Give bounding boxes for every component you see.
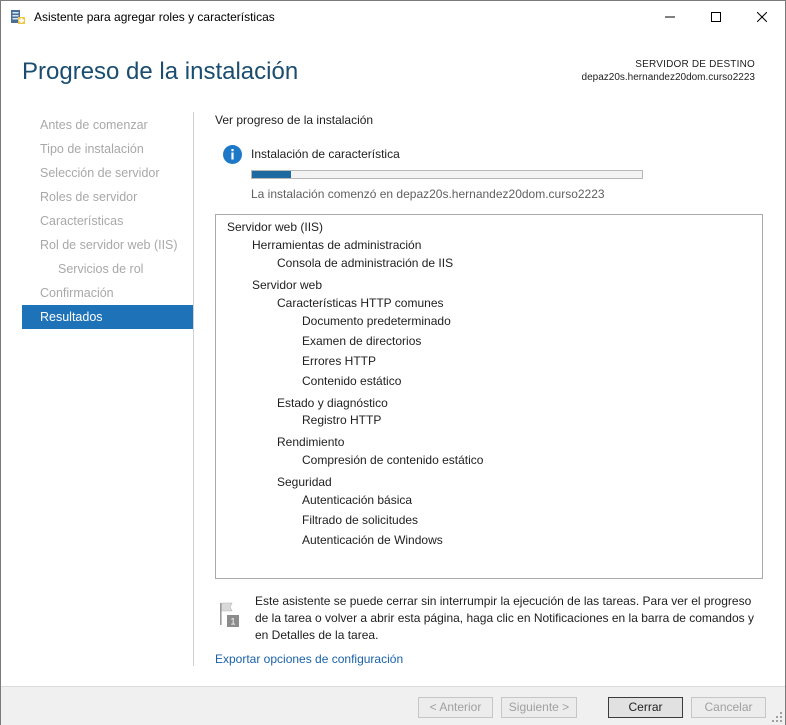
nav-item-confirmacion: Confirmación [40,286,114,300]
nav-item-servicios-de-rol: Servicios de rol [58,262,144,276]
nav-item-rol-servidor-web: Rol de servidor web (IIS) [40,238,178,252]
tree-item: Herramientas de administración [252,238,422,252]
nav-item-roles-de-servidor: Roles de servidor [40,190,138,204]
tree-item: Estado y diagnóstico [277,396,388,410]
progress-caption: La instalación comenzó en depaz20s.herna… [251,187,605,201]
tree-item: Compresión de contenido estático [302,453,484,467]
wizard-steps-nav: Antes de comenzar Tipo de instalación Se… [22,113,193,329]
install-progress-bar [251,170,643,179]
next-button[interactable]: Siguiente > [501,697,577,718]
section-heading: Ver progreso de la instalación [215,113,374,127]
tree-item: Seguridad [277,475,332,489]
cancel-button[interactable]: Cancelar [691,697,766,718]
info-icon [223,145,242,164]
sidebar-divider [193,112,194,666]
tree-item: Servidor web (IIS) [227,220,324,234]
window-title: Asistente para agregar roles y caracterí… [34,10,275,24]
destination-label: SERVIDOR DE DESTINO [635,59,755,70]
server-manager-icon [11,10,25,24]
notice-badge-text: 1 [230,617,235,627]
maximize-button[interactable] [693,1,739,32]
nav-item-tipo-de-instalacion: Tipo de instalación [40,142,144,156]
progress-fill [252,171,291,178]
minimize-icon [665,16,675,17]
back-button[interactable]: < Anterior [418,697,493,718]
notice-text: Este asistente se puede cerrar sin inter… [255,594,754,642]
tree-item: Filtrado de solicitudes [302,513,419,527]
minimize-button[interactable] [647,1,693,32]
wizard-window: Asistente para agregar roles y caracterí… [0,0,786,725]
tree-item: Errores HTTP [302,354,377,368]
flag-icon: 1 [220,602,239,627]
wizard-footer: < Anterior Siguiente > Cerrar Cancelar [1,686,785,725]
title-bar[interactable]: Asistente para agregar roles y caracterí… [1,1,785,32]
tree-item: Registro HTTP [302,413,382,427]
tree-item: Autenticación de Windows [302,533,443,547]
nav-item-antes-de-comenzar: Antes de comenzar [40,118,148,132]
nav-item-seleccion-de-servidor: Selección de servidor [40,166,160,180]
resize-grip-icon[interactable] [771,711,783,723]
page-title: Progreso de la instalación [22,58,299,85]
close-button[interactable]: Cerrar [608,697,683,718]
tree-item: Consola de administración de IIS [277,256,454,270]
nav-item-caracteristicas: Características [40,214,124,228]
tree-item: Examen de directorios [302,334,422,348]
tree-item: Documento predeterminado [302,314,451,328]
tree-item: Servidor web [252,278,323,292]
destination-server: depaz20s.hernandez20dom.curso2223 [581,72,755,83]
tree-item: Rendimiento [277,435,345,449]
install-status-text: Instalación de característica [251,147,400,161]
export-config-link[interactable]: Exportar opciones de configuración [215,652,403,666]
tree-item: Autenticación básica [302,493,413,507]
close-window-button[interactable] [739,1,785,32]
close-icon [757,11,767,22]
tree-item: Características HTTP comunes [277,296,444,310]
nav-item-resultados[interactable]: Resultados [22,305,193,329]
tree-item: Contenido estático [302,374,402,388]
results-list[interactable]: Servidor web (IIS) Herramientas de admin… [215,214,763,579]
maximize-icon [711,11,721,22]
